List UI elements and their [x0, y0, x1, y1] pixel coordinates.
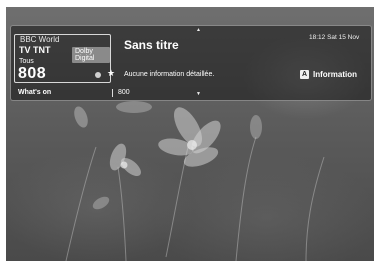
- a-key-icon[interactable]: A: [300, 70, 309, 79]
- favorite-star-icon: ★: [107, 68, 116, 78]
- list-number: 800: [118, 89, 130, 96]
- channel-box: BBC World TV TNT Dolby Digital Tous 808 …: [14, 34, 115, 83]
- scroll-up-icon[interactable]: ▲: [196, 27, 201, 33]
- tv-screen: ▲ BBC World TV TNT Dolby Digital Tous 80…: [6, 7, 374, 261]
- scroll-down-icon[interactable]: ▼: [196, 91, 201, 97]
- channel-group-label: Tous: [19, 58, 34, 65]
- information-button-label[interactable]: Information: [313, 70, 357, 79]
- whats-on-link[interactable]: What's on: [18, 89, 51, 96]
- lock-dot-icon: [95, 72, 101, 78]
- divider: [112, 89, 113, 97]
- source-label: TV TNT: [19, 45, 51, 55]
- program-title: Sans titre: [124, 38, 179, 52]
- channel-info-banner: ▲ BBC World TV TNT Dolby Digital Tous 80…: [10, 25, 372, 101]
- dolby-digital-badge: Dolby Digital: [72, 47, 110, 63]
- channel-number: 808: [18, 65, 47, 82]
- program-info-text: Aucune information détaillée.: [124, 71, 215, 78]
- clock-display: 18:12 Sat 15 Nov: [309, 34, 360, 41]
- channel-name: BBC World: [20, 35, 60, 44]
